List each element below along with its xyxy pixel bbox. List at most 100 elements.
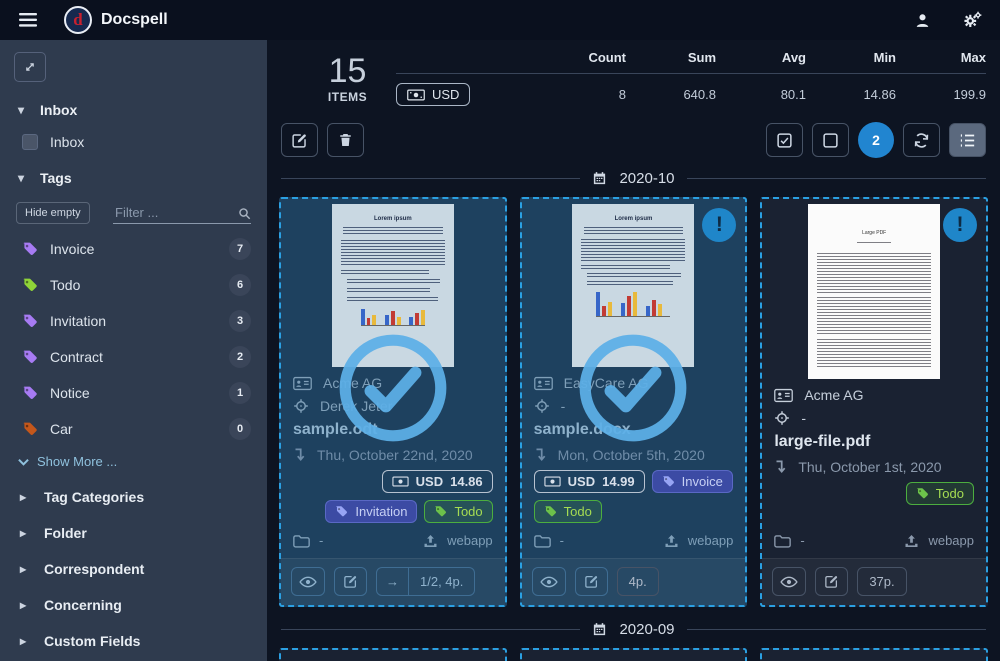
show-more-link[interactable]: Show More ...: [18, 454, 251, 469]
sidebar-section-custom-fields[interactable]: ▸ Custom Fields: [20, 633, 249, 649]
list-icon: [959, 133, 976, 148]
card-actions: 37p.: [762, 558, 986, 605]
preview-title: Lorem ipsum: [581, 216, 685, 222]
tag-item-invoice[interactable]: Invoice 7: [22, 238, 251, 260]
concerning-row: Derek Jeter: [293, 398, 493, 414]
address-card-icon: [774, 388, 793, 403]
item-name: large-file.pdf: [774, 433, 974, 451]
tag-item-contract[interactable]: Contract 2: [22, 346, 251, 368]
item-card-sample-docx[interactable]: ! Lorem ipsum: [520, 197, 748, 607]
select-all-button[interactable]: [766, 123, 803, 157]
search-sidebar: ▾ Inbox Inbox ▾ Tags Hide empty: [0, 40, 267, 661]
inbox-checkbox-item[interactable]: Inbox: [22, 134, 249, 150]
view-item-button[interactable]: [532, 567, 566, 596]
tag-badge-todo[interactable]: Todo: [906, 482, 974, 505]
tag-badge-invoice[interactable]: Invoice: [652, 470, 733, 493]
item-card-grid: Lorem ipsum: [267, 189, 1000, 611]
tag-item-notice[interactable]: Notice 1: [22, 382, 251, 404]
currency-badge: USD: [396, 83, 470, 106]
menu-button[interactable]: [14, 6, 42, 34]
delete-selected-button[interactable]: [327, 123, 364, 157]
cogs-icon: [962, 11, 982, 29]
item-card[interactable]: Lorem ipsum: [760, 648, 988, 661]
edit-item-button[interactable]: [334, 567, 367, 596]
page-count-label: 1/2, 4p.: [409, 567, 475, 596]
tag-icon: [22, 349, 38, 365]
tag-icon: [434, 505, 447, 518]
sidebar-section-tag-categories[interactable]: ▸ Tag Categories: [20, 489, 249, 505]
deselect-all-button[interactable]: [812, 123, 849, 157]
tag-count-badge: 7: [229, 238, 251, 260]
edit-item-button[interactable]: [575, 567, 608, 596]
sidebar-section-folder[interactable]: ▸ Folder: [20, 525, 249, 541]
search-icon: [238, 207, 251, 220]
tag-item-invitation[interactable]: Invitation 3: [22, 310, 251, 332]
sidebar-section-inbox[interactable]: ▾ Inbox: [18, 102, 249, 118]
hide-empty-button[interactable]: Hide empty: [16, 202, 90, 224]
source-name: webapp: [688, 533, 734, 548]
item-date-row: Thu, October 22nd, 2020: [293, 447, 493, 463]
tag-filter-input[interactable]: [113, 202, 251, 224]
money-bill-icon: [544, 476, 561, 487]
tag-badge-todo[interactable]: Todo: [424, 500, 492, 523]
stats-col-count: Count: [536, 50, 626, 65]
sidebar-section-tags[interactable]: ▾ Tags: [18, 170, 249, 186]
selection-count-badge: 2: [858, 122, 894, 158]
tag-badge-todo[interactable]: Todo: [534, 500, 602, 523]
exclamation-badge: !: [943, 208, 977, 242]
items-main-panel: 15 ITEMS Count Sum Avg Min Max: [267, 40, 1000, 661]
concerning-name: Derek Jeter: [320, 398, 392, 414]
item-card[interactable]: Lorem ipsum: [520, 648, 748, 661]
edit-icon: [824, 574, 839, 589]
caret-down-icon: ▾: [18, 171, 28, 185]
view-item-button[interactable]: [772, 567, 806, 596]
list-view-toggle-button[interactable]: [949, 123, 986, 157]
tag-item-todo[interactable]: Todo 6: [22, 274, 251, 296]
item-card-large-file-pdf[interactable]: ! Large PDF Acme AG: [760, 197, 988, 607]
edit-item-button[interactable]: [815, 567, 848, 596]
settings-button[interactable]: [958, 6, 986, 34]
edit-icon: [343, 574, 358, 589]
page-count-label: 37p.: [857, 567, 906, 596]
document-preview[interactable]: Lorem ipsum: [522, 650, 746, 661]
stats-val-min: 14.86: [806, 87, 896, 102]
tag-badge-invitation[interactable]: Invitation: [325, 500, 417, 523]
date-group-header: 2020-09: [267, 611, 1000, 640]
refresh-button[interactable]: [903, 123, 940, 157]
document-preview[interactable]: Lorem ipsum: [281, 199, 505, 367]
tag-badge-label: Invoice: [682, 474, 723, 489]
edit-icon: [584, 574, 599, 589]
folder-name: -: [800, 533, 804, 548]
stats-val-sum: 640.8: [626, 87, 716, 102]
eye-icon: [540, 576, 558, 588]
account-button[interactable]: [908, 6, 936, 34]
item-card[interactable]: Keywords in PDF: [279, 648, 507, 661]
concerning-row: -: [534, 398, 734, 414]
expand-sidebar-button[interactable]: [14, 52, 46, 82]
source-name: webapp: [447, 533, 493, 548]
tag-badge-label: Todo: [564, 504, 592, 519]
tag-label: Car: [50, 421, 73, 437]
view-item-button[interactable]: [291, 567, 325, 596]
tag-icon: [544, 505, 557, 518]
sidebar-section-concerning[interactable]: ▸ Concerning: [20, 597, 249, 613]
sidebar-section-correspondent[interactable]: ▸ Correspondent: [20, 561, 249, 577]
correspondent-row: Acme AG: [774, 387, 974, 403]
section-label: Tag Categories: [44, 489, 144, 505]
stats-col-sum: Sum: [626, 50, 716, 65]
document-preview[interactable]: Lorem ipsum: [762, 650, 986, 661]
tag-item-car[interactable]: Car 0: [22, 418, 251, 440]
open-attachment-button[interactable]: →: [376, 567, 409, 596]
item-date-row: Mon, October 5th, 2020: [534, 447, 734, 463]
edit-selected-button[interactable]: [281, 123, 318, 157]
sync-icon: [913, 132, 930, 149]
app-logo[interactable]: d Docspell: [64, 6, 168, 34]
item-date-row: Thu, October 1st, 2020: [774, 459, 974, 475]
docspell-logo-icon: d: [64, 6, 92, 34]
amount-value: 14.99: [602, 474, 635, 489]
checkbox-icon[interactable]: [22, 134, 38, 150]
item-card-sample-odt[interactable]: Lorem ipsum: [279, 197, 507, 607]
document-preview[interactable]: Keywords in PDF: [281, 650, 505, 661]
user-icon: [914, 12, 931, 29]
folder-source-row: - webapp: [522, 523, 746, 558]
